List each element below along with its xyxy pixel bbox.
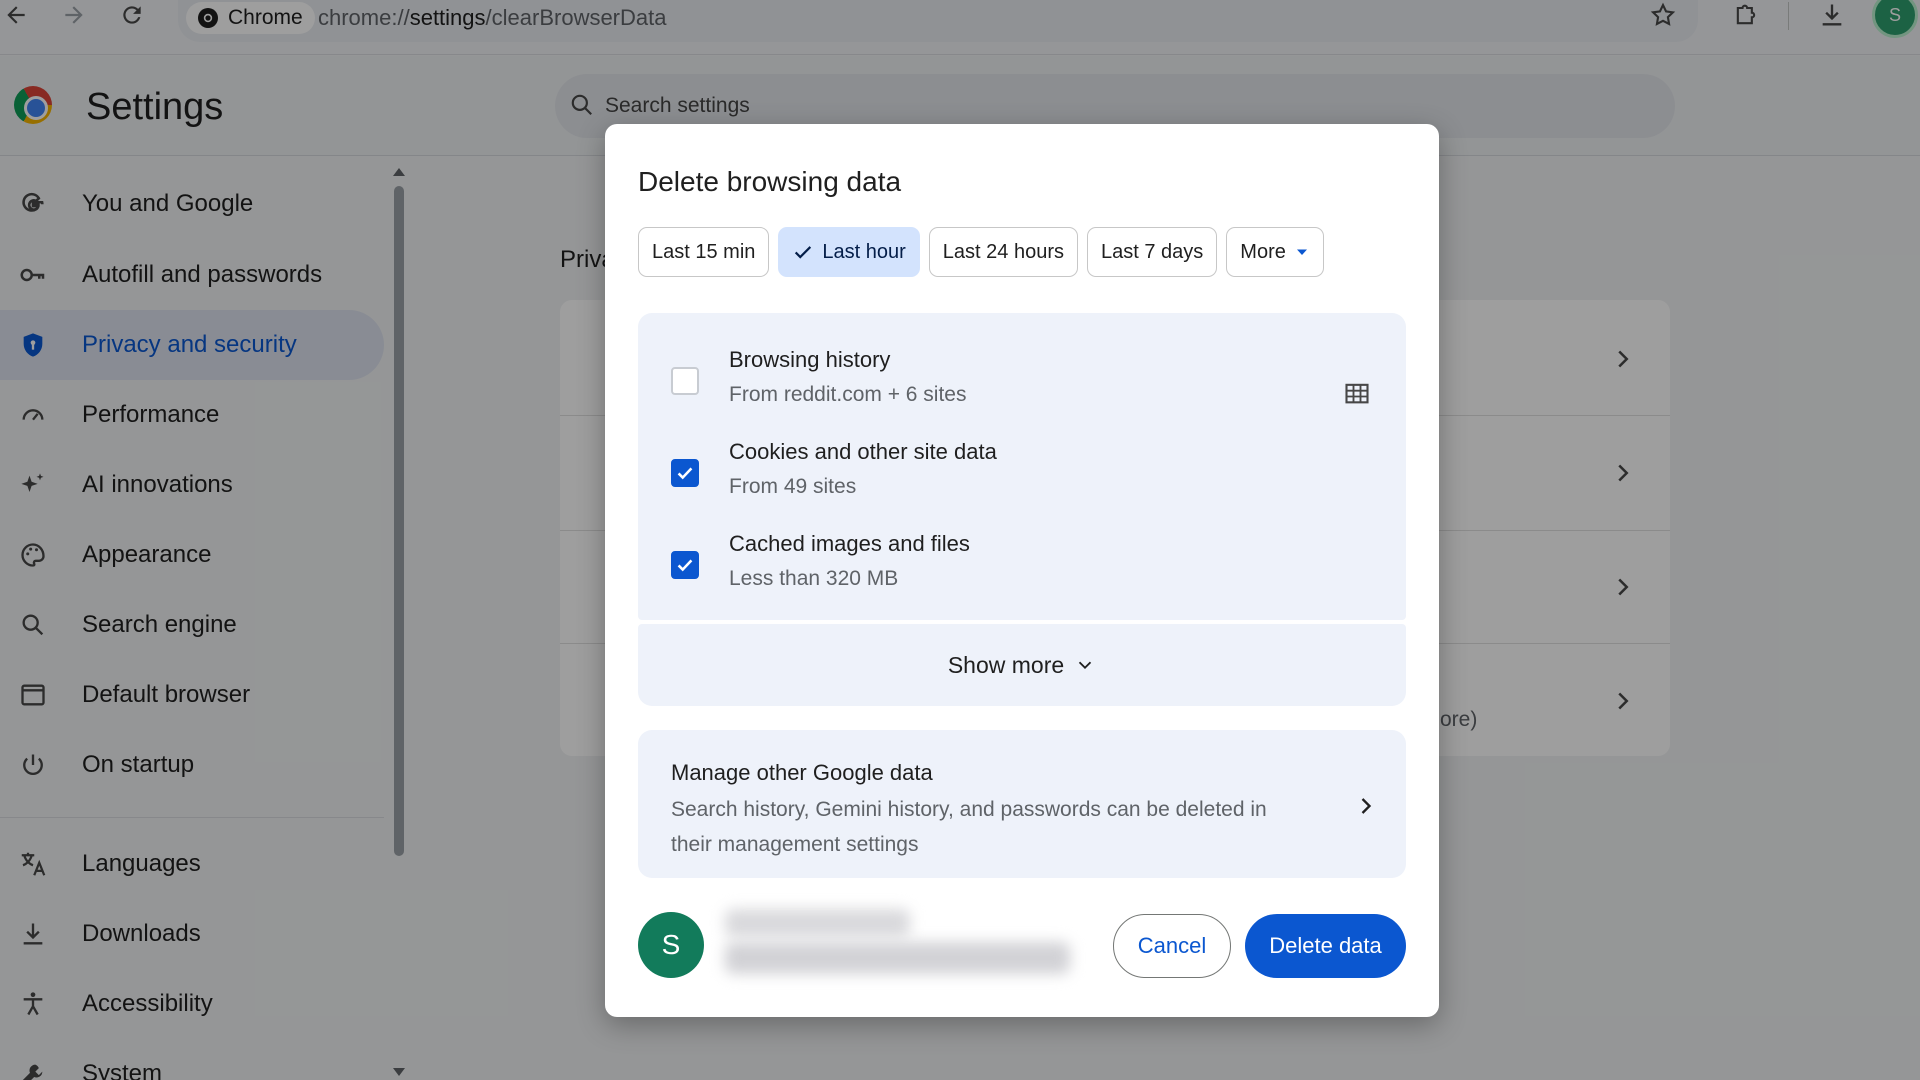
chevron-down-icon bbox=[1079, 661, 1092, 670]
data-item-browsing-history[interactable]: Browsing history From reddit.com + 6 sit… bbox=[638, 333, 1406, 425]
account-name-redacted bbox=[725, 909, 910, 937]
range-chip-label: Last 7 days bbox=[1100, 240, 1204, 263]
checkmark-icon bbox=[677, 559, 693, 572]
manage-google-data-link[interactable]: Manage other Google data Search history,… bbox=[638, 730, 1406, 878]
time-range-selector: Last 15 min Last hour Last 24 hours Last… bbox=[638, 227, 1324, 277]
dropdown-triangle-icon bbox=[1296, 249, 1307, 255]
data-item-cached-images[interactable]: Cached images and files Less than 320 MB bbox=[638, 517, 1406, 609]
show-more-button[interactable]: Show more bbox=[638, 624, 1406, 706]
manage-title: Manage other Google data bbox=[671, 760, 933, 785]
item-subtitle: From reddit.com + 6 sites bbox=[729, 383, 967, 406]
range-chip-label: More bbox=[1240, 240, 1286, 263]
browsing-history-checkbox[interactable] bbox=[671, 367, 699, 395]
item-title: Cookies and other site data bbox=[729, 439, 997, 464]
range-chip-label: Last 15 min bbox=[652, 240, 756, 263]
range-chip-label: Last hour bbox=[822, 240, 906, 263]
range-chip-last-hour[interactable]: Last hour bbox=[778, 227, 920, 277]
cookies-checkbox[interactable] bbox=[671, 459, 699, 487]
delete-data-button[interactable]: Delete data bbox=[1245, 914, 1406, 978]
data-types-card: Browsing history From reddit.com + 6 sit… bbox=[638, 313, 1406, 620]
item-subtitle: Less than 320 MB bbox=[729, 567, 899, 590]
account-email-redacted bbox=[725, 942, 1070, 974]
range-chip-more[interactable]: More bbox=[1226, 227, 1324, 277]
range-chip-last-7-days[interactable]: Last 7 days bbox=[1086, 227, 1218, 277]
data-item-cookies[interactable]: Cookies and other site data From 49 site… bbox=[638, 425, 1406, 517]
item-title: Browsing history bbox=[729, 347, 891, 372]
manage-description: Search history, Gemini history, and pass… bbox=[671, 798, 1267, 856]
item-subtitle: From 49 sites bbox=[729, 475, 857, 498]
table-icon[interactable] bbox=[1343, 379, 1371, 407]
range-chip-last-24-hours[interactable]: Last 24 hours bbox=[928, 227, 1078, 277]
check-icon bbox=[795, 246, 812, 259]
range-chip-last-15-min[interactable]: Last 15 min bbox=[638, 227, 770, 277]
chevron-right-icon bbox=[1361, 798, 1372, 814]
item-title: Cached images and files bbox=[729, 531, 970, 556]
checkmark-icon bbox=[677, 467, 693, 480]
account-avatar: S bbox=[638, 912, 704, 978]
cancel-button[interactable]: Cancel bbox=[1113, 914, 1231, 978]
cached-images-checkbox[interactable] bbox=[671, 551, 699, 579]
dialog-title: Delete browsing data bbox=[638, 166, 902, 197]
delete-browsing-data-dialog: Delete browsing data Last 15 min Last ho… bbox=[605, 124, 1439, 1017]
show-more-label: Show more bbox=[947, 651, 1065, 678]
range-chip-label: Last 24 hours bbox=[942, 240, 1064, 263]
